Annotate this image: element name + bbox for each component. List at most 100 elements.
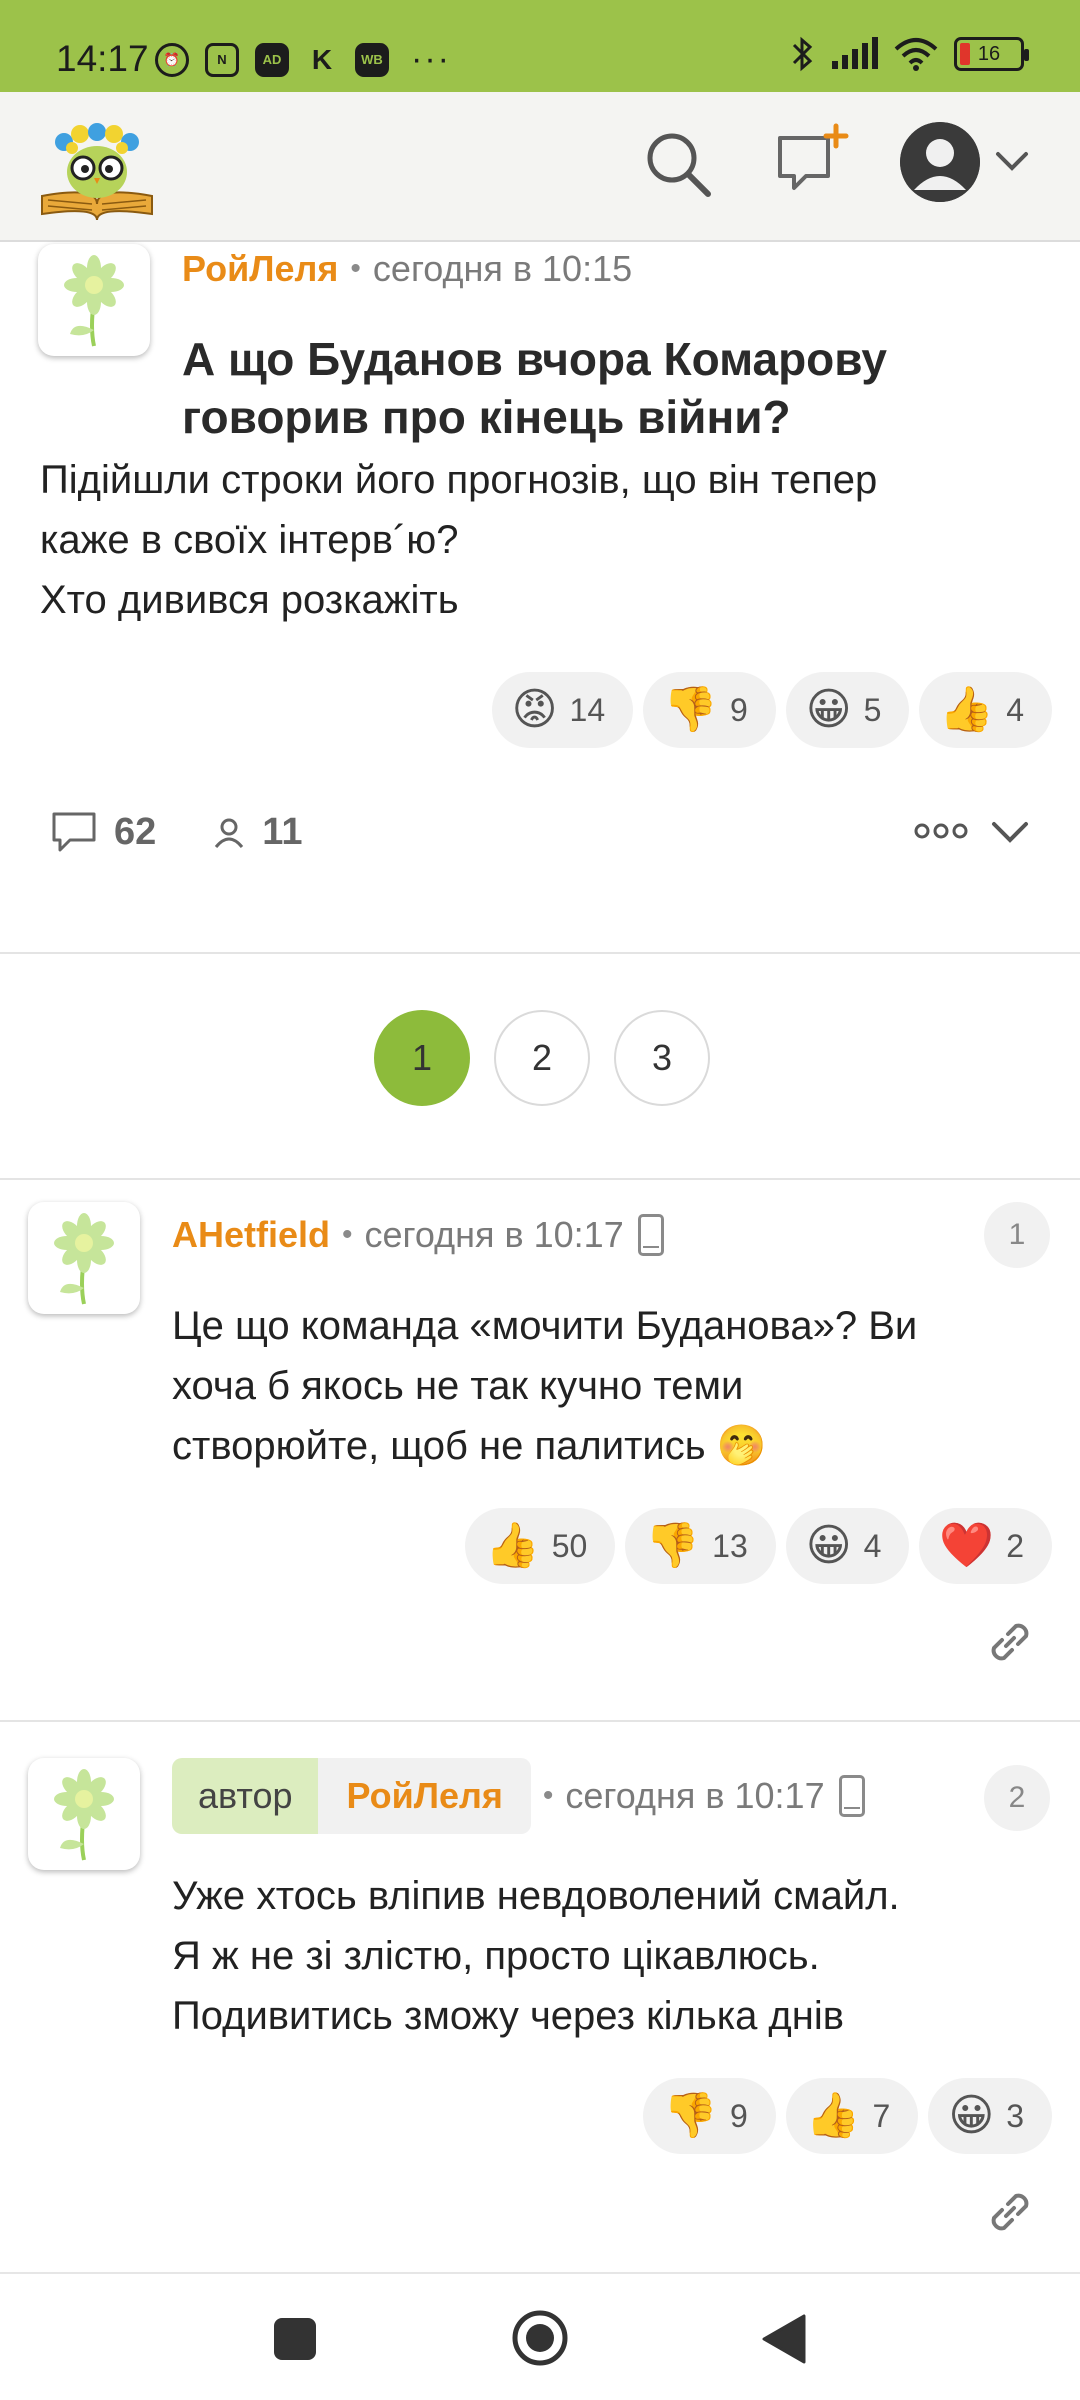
thumbs-down-icon: 👎: [645, 1520, 701, 1571]
comment-line: Я ж не зі злістю, просто цікавлюсь.: [172, 1934, 820, 1978]
post-body-line: каже в своїх інтерв´ю?: [40, 518, 459, 562]
post-title: А що Буданов вчора Комарову говорив про …: [182, 333, 887, 443]
comment-date: сегодня в 10:17: [565, 1775, 825, 1816]
mobile-device-icon: [637, 1214, 664, 1256]
k-app-icon: K: [311, 43, 333, 75]
app-header: [0, 92, 1080, 242]
status-bar: 14:17 ⏰ N AD K WB ··· 16: [0, 0, 1080, 92]
thumbs-up-icon: 👍: [484, 1520, 540, 1571]
reaction-thumbs-down[interactable]: 👎 9: [643, 672, 776, 748]
wifi-icon: [894, 38, 938, 71]
thumbs-down-icon: 👎: [663, 684, 718, 735]
comment-number[interactable]: 2: [984, 1765, 1050, 1831]
page-button-1[interactable]: 1: [374, 1010, 470, 1106]
reaction-count: 9: [729, 2097, 748, 2134]
ad-app-icon: AD: [255, 42, 289, 77]
reaction-count: 4: [1006, 691, 1024, 728]
bluetooth-icon: [792, 36, 813, 72]
grin-emoji-icon: 😀: [948, 2090, 995, 2141]
reaction-count: 2: [1006, 1527, 1024, 1564]
reaction-angry[interactable]: 😡 14: [491, 672, 634, 748]
grin-emoji-icon: 😀: [805, 684, 852, 735]
post-reactions: 😡 14 👎 9 😀 5 👍 4: [491, 672, 1052, 748]
post-stats: 62 11: [50, 810, 302, 854]
heart-icon: ❤️: [939, 1520, 995, 1571]
comment-author-name[interactable]: РойЛеля: [318, 1758, 531, 1834]
angry-emoji-icon: 😡: [511, 684, 558, 735]
back-button[interactable]: [760, 2312, 808, 2366]
comment-reactions: 👍 50 👎 13 😀 4 ❤️ 2: [464, 1508, 1052, 1584]
post-author-avatar[interactable]: [38, 244, 150, 356]
grin-emoji-icon: 😀: [805, 1520, 852, 1571]
comment-line: Це що команда «мочити Буданова»? Ви: [172, 1304, 918, 1348]
comment-meta: автор РойЛеля • сегодня в 10:17: [172, 1758, 865, 1834]
page-button-3[interactable]: 3: [614, 1010, 710, 1106]
post-body-line: Хто дивився розкажіть: [40, 578, 459, 622]
new-post-icon[interactable]: [774, 122, 850, 198]
signal-icon: [832, 37, 878, 69]
meta-separator: •: [342, 1218, 353, 1251]
comment-date: сегодня в 10:17: [364, 1214, 624, 1255]
post-author-name[interactable]: РойЛеля: [182, 248, 338, 290]
reaction-grin[interactable]: 😀 3: [928, 2078, 1052, 2154]
reaction-thumbs-up[interactable]: 👍 50: [464, 1508, 616, 1584]
link-icon[interactable]: [984, 2186, 1036, 2238]
comment-number[interactable]: 1: [984, 1202, 1050, 1268]
reaction-thumbs-up[interactable]: 👍 7: [785, 2078, 919, 2154]
comments-count[interactable]: 62: [114, 811, 156, 854]
reaction-grin[interactable]: 😀 5: [785, 672, 910, 748]
comment-author-avatar[interactable]: [28, 1758, 140, 1870]
section-divider: [0, 1720, 1080, 1722]
comment-bubble-icon[interactable]: [50, 810, 98, 854]
wb-app-icon: WB: [355, 42, 389, 77]
thumbs-down-icon: 👎: [663, 2090, 718, 2141]
flower-avatar-icon: [54, 1769, 114, 1861]
comment-line: Подивитись зможу через кілька днів: [172, 1994, 844, 2038]
reaction-count: 14: [569, 691, 606, 728]
chevron-down-icon[interactable]: [994, 144, 1030, 180]
section-divider: [0, 1178, 1080, 1180]
subscribers-count[interactable]: 11: [262, 811, 302, 854]
reaction-thumbs-down[interactable]: 👎 13: [625, 1508, 776, 1584]
thumbs-up-icon: 👍: [805, 2090, 861, 2141]
reaction-count: 7: [872, 2097, 891, 2134]
owl-book-logo[interactable]: [34, 112, 160, 222]
comment-line: хоча б якось не так кучно теми: [172, 1364, 744, 1408]
recent-apps-button[interactable]: [274, 2318, 316, 2360]
home-button[interactable]: [510, 2308, 570, 2368]
reaction-thumbs-down[interactable]: 👎 9: [643, 2078, 776, 2154]
subscribers-icon[interactable]: [212, 815, 246, 849]
link-icon[interactable]: [984, 1616, 1036, 1668]
comment-author-name[interactable]: AHetfield: [172, 1214, 330, 1256]
meta-separator: •: [542, 1779, 554, 1812]
status-time: 14:17: [56, 38, 149, 79]
flower-avatar-icon: [64, 255, 124, 347]
system-nav-bar: [0, 2272, 1080, 2400]
post-meta: РойЛеля • сегодня в 10:15: [182, 248, 632, 290]
reaction-count: 5: [863, 691, 882, 728]
author-label: автор: [172, 1758, 319, 1834]
meta-separator: •: [350, 252, 361, 285]
status-notification-icons: ⏰ N AD K WB ···: [155, 40, 451, 79]
more-options-icon[interactable]: [914, 816, 968, 846]
thumbs-up-icon: 👍: [939, 684, 995, 735]
reaction-grin[interactable]: 😀 4: [785, 1508, 910, 1584]
comment-author-avatar[interactable]: [28, 1202, 140, 1314]
user-avatar-icon[interactable]: [900, 122, 980, 202]
reaction-heart[interactable]: ❤️ 2: [919, 1508, 1052, 1584]
reaction-count: 50: [551, 1527, 588, 1564]
more-notifications-icon: ···: [411, 40, 451, 78]
comment-meta: AHetfield • сегодня в 10:17: [172, 1214, 664, 1256]
reaction-count: 13: [712, 1527, 748, 1564]
reaction-thumbs-up[interactable]: 👍 4: [919, 672, 1052, 748]
reaction-count: 4: [863, 1527, 882, 1564]
reaction-count: 9: [729, 691, 748, 728]
comment-reactions: 👎 9 👍 7 😀 3: [643, 2078, 1052, 2154]
mobile-device-icon: [838, 1775, 865, 1817]
comment-line: створюйте, щоб не палитись 🤭: [172, 1424, 767, 1468]
search-icon[interactable]: [640, 126, 716, 202]
expand-chevron-icon[interactable]: [990, 818, 1030, 848]
alarm-icon: ⏰: [155, 42, 189, 77]
page-button-2[interactable]: 2: [494, 1010, 590, 1106]
battery-level: 16: [977, 42, 1001, 65]
